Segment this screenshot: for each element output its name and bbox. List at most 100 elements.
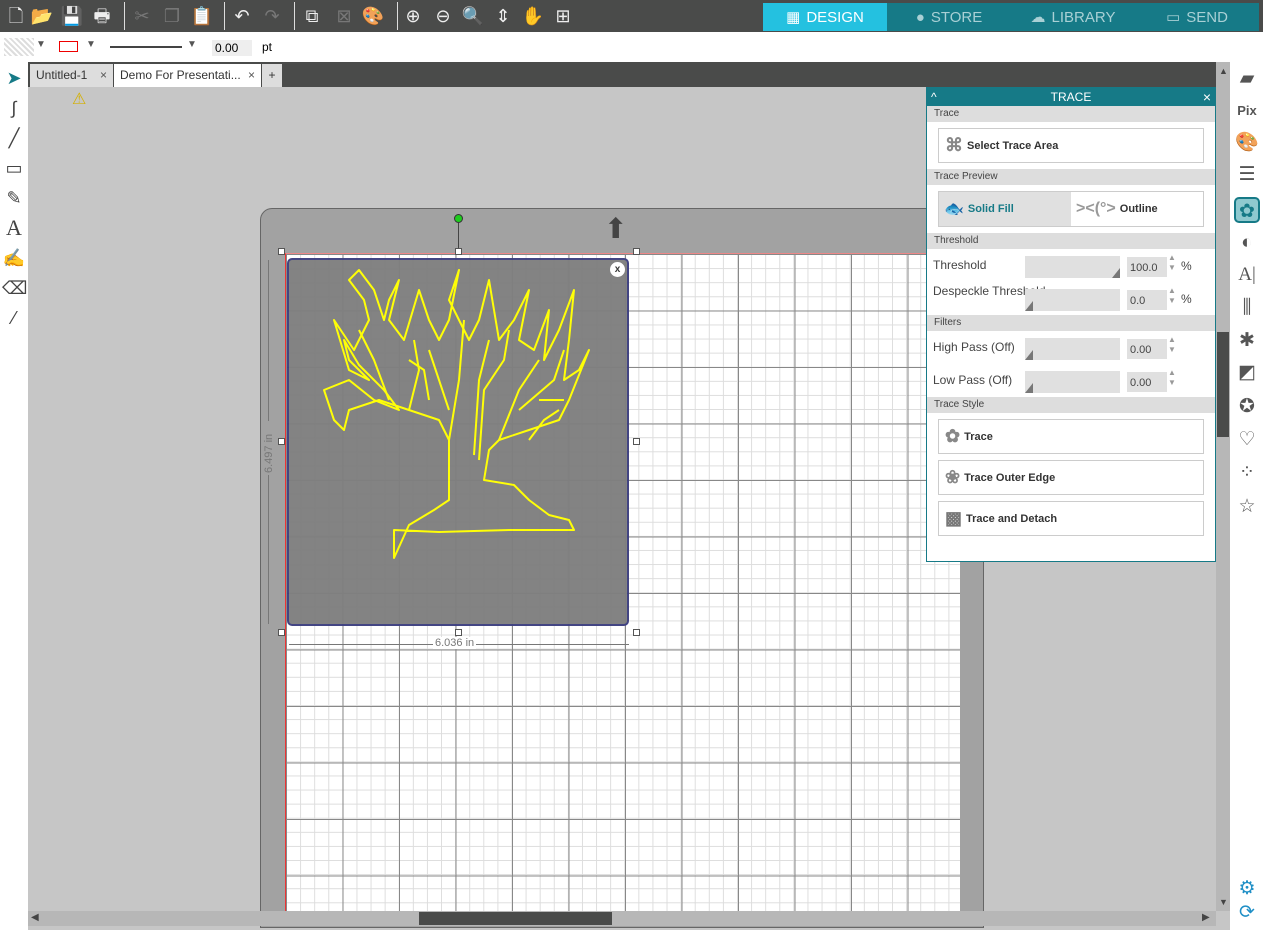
despeckle-stepper[interactable]: ▲ ▼ bbox=[1168, 286, 1176, 306]
chevron-down-icon[interactable]: ▼ bbox=[36, 39, 46, 50]
transparency-icon[interactable]: ◐ bbox=[1234, 230, 1260, 256]
fill-palette-icon[interactable]: 🎨 bbox=[361, 4, 385, 28]
zoom-select-icon[interactable]: 🔍 bbox=[461, 4, 485, 28]
threshold-slider[interactable] bbox=[1025, 256, 1120, 278]
high-pass-slider[interactable] bbox=[1025, 338, 1120, 360]
scroll-thumb[interactable] bbox=[419, 912, 612, 925]
line-style-icon[interactable]: ☰ bbox=[1234, 162, 1260, 188]
close-icon[interactable]: × bbox=[100, 64, 107, 87]
close-icon[interactable]: × bbox=[1203, 88, 1211, 106]
low-pass-input[interactable]: 0.00 bbox=[1127, 372, 1167, 392]
copy-icon[interactable]: ❐ bbox=[160, 4, 184, 28]
ungroup-icon[interactable]: ⊠ bbox=[332, 4, 356, 28]
group-icon[interactable]: ⧉ bbox=[300, 4, 324, 28]
text-style-icon[interactable]: A| bbox=[1234, 262, 1260, 288]
resize-handle[interactable] bbox=[278, 629, 285, 636]
resize-handle[interactable] bbox=[633, 438, 640, 445]
nav-library[interactable]: ☁ LIBRARY bbox=[1011, 3, 1135, 31]
scroll-down-icon[interactable]: ▼ bbox=[1219, 897, 1228, 907]
redo-icon[interactable]: ↷ bbox=[260, 4, 284, 28]
fill-pattern-swatch[interactable] bbox=[4, 38, 34, 56]
sketch-icon[interactable]: ✍ bbox=[2, 246, 26, 270]
scroll-up-icon[interactable]: ▲ bbox=[1219, 66, 1228, 76]
pan-down-icon[interactable]: ⇕ bbox=[491, 4, 515, 28]
resize-handle[interactable] bbox=[455, 248, 462, 255]
modify-icon[interactable]: ◩ bbox=[1234, 360, 1260, 386]
eraser-icon[interactable]: ⌫ bbox=[2, 276, 27, 300]
library-heart-icon[interactable]: ♡ bbox=[1234, 427, 1260, 453]
nav-store[interactable]: ● STORE bbox=[887, 3, 1011, 31]
trace-button[interactable]: ✿ Trace bbox=[938, 419, 1204, 454]
resize-handle[interactable] bbox=[633, 248, 640, 255]
high-pass-input[interactable]: 0.00 bbox=[1127, 339, 1167, 359]
scroll-thumb[interactable] bbox=[1217, 332, 1229, 437]
zoom-out-icon[interactable]: ⊖ bbox=[431, 4, 455, 28]
line-style-preview[interactable] bbox=[110, 46, 182, 48]
zoom-in-icon[interactable]: ⊕ bbox=[401, 4, 425, 28]
open-folder-icon[interactable]: 📂 bbox=[30, 4, 54, 28]
align-icon[interactable]: ⫼ bbox=[1234, 295, 1260, 321]
rhinestone-icon[interactable]: ⁘ bbox=[1234, 460, 1260, 486]
panel-title: TRACE bbox=[1050, 90, 1092, 104]
star-outline-icon[interactable]: ☆ bbox=[1234, 494, 1260, 520]
paste-icon[interactable]: 📋 bbox=[190, 4, 214, 28]
settings-gear-icon[interactable]: ⚙ bbox=[1234, 876, 1260, 902]
fit-page-icon[interactable]: ⊞ bbox=[551, 4, 575, 28]
cut-icon[interactable]: ✂ bbox=[130, 4, 154, 28]
replicate-icon[interactable]: ✱ bbox=[1234, 328, 1260, 354]
page-setup-icon[interactable]: ▰ bbox=[1234, 66, 1260, 92]
nav-design[interactable]: ▦ DESIGN bbox=[763, 3, 887, 31]
trace-icon[interactable]: ✿ bbox=[1234, 197, 1260, 223]
low-pass-stepper[interactable]: ▲ ▼ bbox=[1168, 368, 1176, 388]
threshold-input[interactable]: 100.0 bbox=[1127, 257, 1167, 277]
despeckle-slider[interactable] bbox=[1025, 289, 1120, 311]
resize-handle[interactable] bbox=[278, 438, 285, 445]
undo-icon[interactable]: ↶ bbox=[230, 4, 254, 28]
line-width-input[interactable]: 0.00 bbox=[212, 40, 252, 56]
traced-image-object[interactable]: x bbox=[287, 258, 629, 626]
point-edit-icon[interactable]: ∫ bbox=[2, 96, 26, 120]
object-close-button[interactable]: x bbox=[610, 262, 625, 277]
fill-color-icon[interactable]: 🎨 bbox=[1234, 130, 1260, 156]
offset-star-icon[interactable]: ✪ bbox=[1234, 394, 1260, 420]
select-arrow-icon[interactable]: ➤ bbox=[2, 66, 26, 90]
despeckle-input[interactable]: 0.0 bbox=[1127, 290, 1167, 310]
sync-icon[interactable]: ⟳ bbox=[1234, 900, 1260, 926]
knife-icon[interactable]: ⁄ bbox=[2, 306, 26, 330]
pixscan-icon[interactable]: Pix bbox=[1234, 98, 1260, 124]
chevron-down-icon[interactable]: ▼ bbox=[86, 39, 96, 50]
print-icon[interactable]: 🖶 bbox=[90, 4, 114, 28]
rectangle-tool-icon[interactable]: ▭ bbox=[2, 156, 26, 180]
hand-icon[interactable]: ✋ bbox=[521, 4, 545, 28]
horizontal-scrollbar[interactable]: ◀ ▶ bbox=[28, 911, 1216, 926]
text-tool-icon[interactable]: A bbox=[2, 216, 26, 240]
solid-fill-option[interactable]: 🐟 Solid Fill bbox=[939, 192, 1071, 226]
vertical-scrollbar[interactable]: ▲ ▼ bbox=[1216, 62, 1230, 911]
tab-demo[interactable]: Demo For Presentati... × bbox=[114, 64, 261, 87]
chevron-down-icon[interactable]: ▼ bbox=[187, 39, 197, 50]
rotate-handle[interactable] bbox=[454, 214, 463, 223]
select-trace-area-button[interactable]: ⌘ Select Trace Area bbox=[938, 128, 1204, 163]
resize-handle[interactable] bbox=[278, 248, 285, 255]
close-icon[interactable]: × bbox=[248, 64, 255, 87]
trace-outer-edge-button[interactable]: ❀ Trace Outer Edge bbox=[938, 460, 1204, 495]
outline-option[interactable]: ><(°> Outline bbox=[1071, 192, 1203, 226]
scroll-right-icon[interactable]: ▶ bbox=[1202, 912, 1210, 923]
nav-send[interactable]: ▭ SEND bbox=[1135, 3, 1259, 31]
line-color-swatch[interactable] bbox=[59, 41, 78, 52]
resize-handle[interactable] bbox=[633, 629, 640, 636]
collapse-icon[interactable]: ^ bbox=[931, 88, 937, 106]
high-pass-stepper[interactable]: ▲ ▼ bbox=[1168, 335, 1176, 355]
save-icon[interactable]: 💾 bbox=[60, 4, 84, 28]
trace-and-detach-button[interactable]: ▩ Trace and Detach bbox=[938, 501, 1204, 536]
pencil-icon[interactable]: ✎ bbox=[2, 186, 26, 210]
new-file-icon[interactable]: 🗋 bbox=[4, 4, 28, 28]
add-tab-button[interactable]: + bbox=[262, 64, 282, 87]
line-tool-icon[interactable]: ╱ bbox=[2, 126, 26, 150]
tab-untitled-1[interactable]: Untitled-1 × bbox=[30, 64, 113, 87]
threshold-stepper[interactable]: ▲ ▼ bbox=[1168, 253, 1176, 273]
low-pass-slider[interactable] bbox=[1025, 371, 1120, 393]
warning-icon[interactable]: ⚠ bbox=[72, 89, 86, 109]
resize-handle[interactable] bbox=[455, 629, 462, 636]
scroll-left-icon[interactable]: ◀ bbox=[31, 912, 39, 923]
